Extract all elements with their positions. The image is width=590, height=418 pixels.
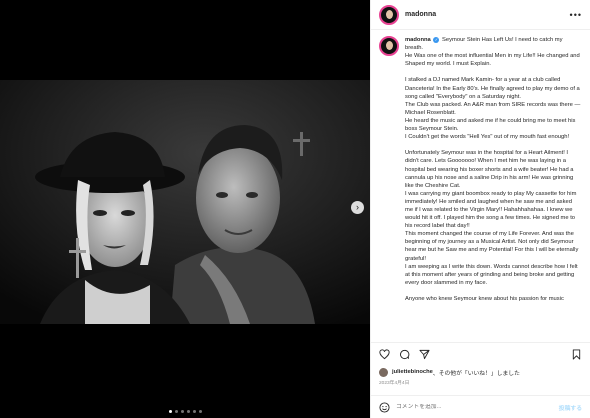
caption-paragraph: Anyone who knew Seymour knew about his p… bbox=[405, 296, 564, 302]
caption-paragraph bbox=[405, 287, 581, 295]
caption-paragraph: I Couldn't get the words "Hell Yes" out … bbox=[405, 134, 570, 141]
comment-icon[interactable] bbox=[399, 349, 410, 360]
caption-section: madonna ✓ Seymour Stein Has Left Us! I n… bbox=[371, 30, 590, 342]
carousel-dot bbox=[186, 410, 190, 413]
likes-summary: juliettebinoche 、その他が「いいね！」しました bbox=[379, 366, 582, 378]
chevron-right-icon: › bbox=[356, 202, 359, 212]
comment-input[interactable] bbox=[396, 404, 559, 410]
username-link[interactable]: madonna bbox=[405, 11, 436, 18]
post-photo[interactable] bbox=[0, 80, 370, 324]
likes-suffix[interactable]: 、その他が「いいね！」しました bbox=[433, 368, 520, 377]
caption-paragraph bbox=[405, 68, 581, 76]
bookmark-icon[interactable] bbox=[571, 349, 582, 360]
carousel-dot bbox=[192, 410, 196, 413]
avatar[interactable] bbox=[379, 4, 399, 25]
emoji-icon[interactable] bbox=[379, 401, 390, 413]
caption-paragraph: He Was one of the most influential Men i… bbox=[405, 53, 580, 68]
carousel-indicator bbox=[0, 410, 370, 413]
post-header: madonna ••• bbox=[371, 0, 590, 30]
caption-paragraph: This moment changed the course of my Lif… bbox=[405, 231, 579, 262]
more-horizontal-icon[interactable]: ••• bbox=[570, 10, 582, 20]
caption-paragraph bbox=[405, 141, 581, 149]
carousel-next-button[interactable]: › bbox=[351, 201, 364, 214]
caption-text: madonna ✓ Seymour Stein Has Left Us! I n… bbox=[405, 36, 581, 303]
caption-paragraph: I was carrying my giant boombox ready to… bbox=[405, 190, 577, 230]
caption-paragraph: Unfortunately Seymour was in the hospita… bbox=[405, 150, 574, 189]
post-sidebar: madonna ••• madonna ✓ Seymour Stein Has … bbox=[370, 0, 590, 418]
carousel-dot bbox=[198, 410, 202, 413]
caption-paragraph: The Club was packed. An A&R man from SIR… bbox=[405, 101, 581, 116]
verified-badge-icon: ✓ bbox=[433, 37, 440, 43]
carousel-dot bbox=[168, 410, 172, 413]
carousel-dot bbox=[174, 410, 178, 413]
action-bar bbox=[371, 342, 590, 366]
post-comment-button[interactable]: 投稿する bbox=[559, 403, 582, 412]
caption-paragraph: I am weeping as I write this down. Words… bbox=[405, 263, 578, 286]
avatar[interactable] bbox=[379, 36, 399, 56]
heart-icon[interactable] bbox=[379, 349, 390, 360]
comment-box: 投稿する bbox=[371, 395, 590, 418]
caption-paragraph: I stalked a DJ named Mark Kamin- for a y… bbox=[405, 77, 580, 100]
share-icon[interactable] bbox=[419, 349, 430, 360]
post-dialog: › madonna ••• madonna ✓ Seymour Stein Ha… bbox=[0, 0, 590, 418]
caption-username[interactable]: madonna bbox=[405, 37, 431, 43]
caption-paragraph: He heard the music and asked me if he co… bbox=[405, 117, 576, 133]
avatar[interactable] bbox=[379, 367, 388, 377]
post-date[interactable]: 2023年4月4日 bbox=[379, 379, 409, 386]
liker-username[interactable]: juliettebinoche bbox=[392, 369, 433, 375]
carousel-dot bbox=[180, 410, 184, 413]
post-media: › bbox=[0, 0, 370, 418]
